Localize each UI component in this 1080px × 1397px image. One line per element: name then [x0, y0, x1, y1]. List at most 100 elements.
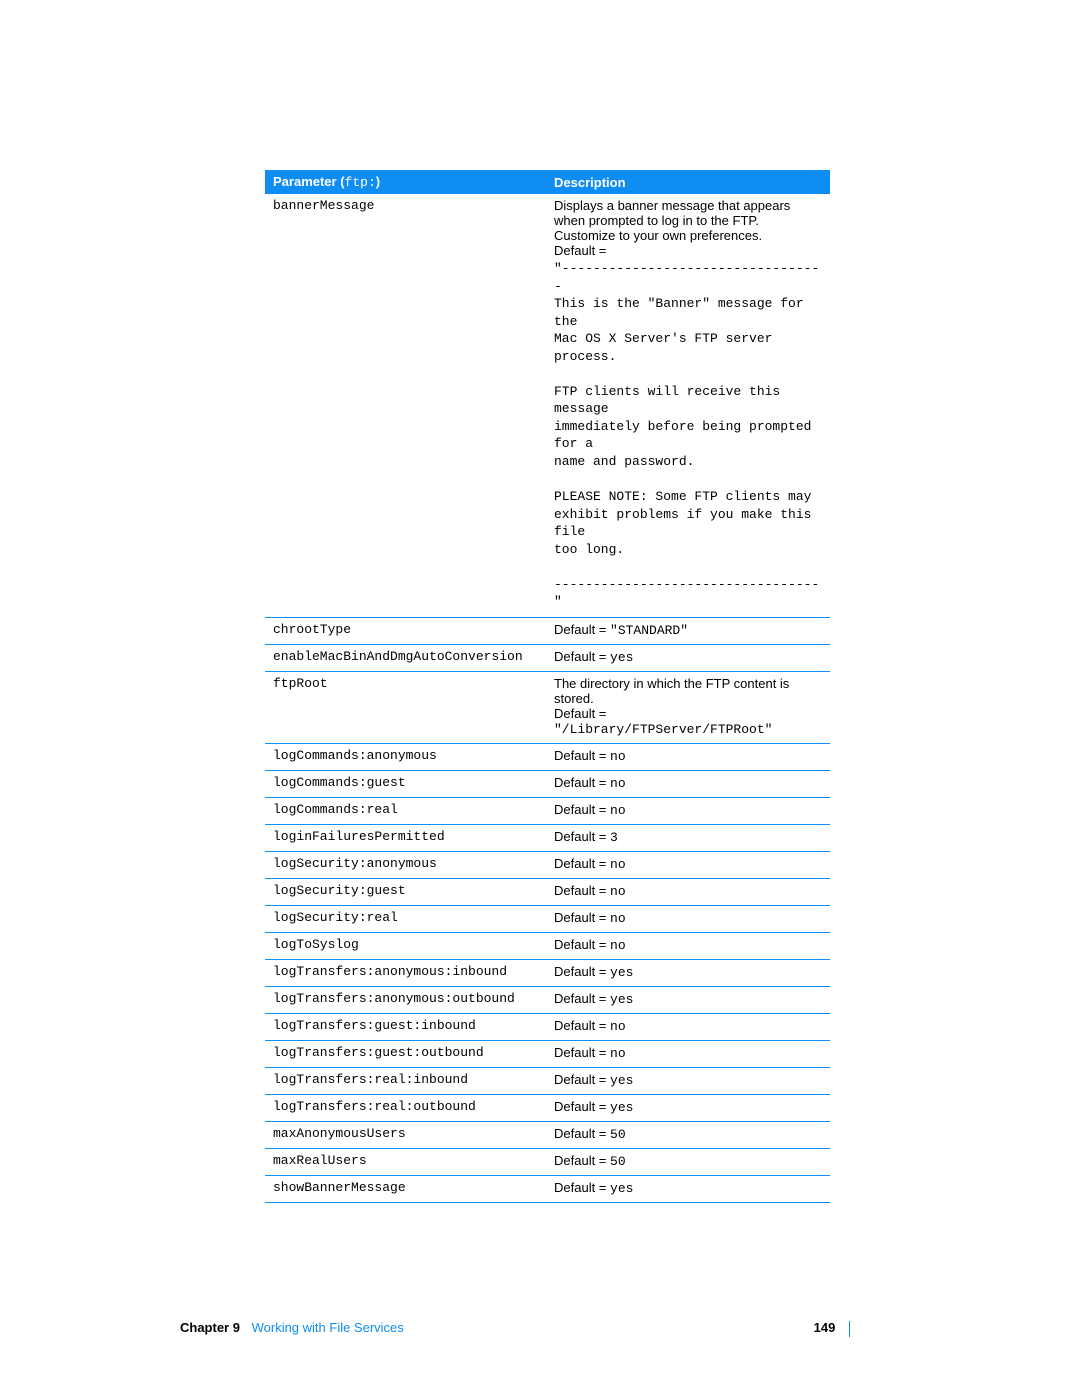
- desc-cell: Default = yes: [546, 1175, 830, 1202]
- desc-cell: Default = yes: [546, 1067, 830, 1094]
- param-cell: logTransfers:anonymous:inbound: [265, 959, 546, 986]
- default-value: 3: [610, 830, 618, 845]
- param-cell: logCommands:guest: [265, 770, 546, 797]
- default-label: Default =: [554, 856, 610, 871]
- desc-cell: The directory in which the FTP content i…: [546, 671, 830, 743]
- desc-cell: Default = "STANDARD": [546, 617, 830, 644]
- default-line: Default =: [554, 243, 822, 258]
- param-cell: ftpRoot: [265, 671, 546, 743]
- desc-cell: Default = no: [546, 1040, 830, 1067]
- table-row: logTransfers:anonymous:outboundDefault =…: [265, 986, 830, 1013]
- param-cell: logCommands:real: [265, 797, 546, 824]
- chapter-label: Chapter 9: [180, 1320, 240, 1335]
- header-parameter-close: ): [376, 174, 380, 189]
- param-cell: logToSyslog: [265, 932, 546, 959]
- table-row: enableMacBinAndDmgAutoConversionDefault …: [265, 644, 830, 671]
- desc-cell: Default = 50: [546, 1148, 830, 1175]
- param-cell: loginFailuresPermitted: [265, 824, 546, 851]
- table-row: chrootType Default = "STANDARD": [265, 617, 830, 644]
- default-value: yes: [610, 965, 633, 980]
- table-row: maxAnonymousUsers Default = 50: [265, 1121, 830, 1148]
- desc-cell: Default = yes: [546, 986, 830, 1013]
- default-line: Default = 50: [554, 1126, 822, 1142]
- chapter-title: Working with File Services: [252, 1320, 404, 1335]
- default-value: yes: [610, 992, 633, 1007]
- param-cell: logSecurity:anonymous: [265, 851, 546, 878]
- default-line: Default = no: [554, 1018, 822, 1034]
- parameter-table: Parameter (ftp:) Description bannerMessa…: [265, 170, 830, 1203]
- header-description: Description: [546, 170, 830, 194]
- param-cell: chrootType: [265, 617, 546, 644]
- desc-cell: Default = no: [546, 1013, 830, 1040]
- table-row: maxRealUsersDefault = 50: [265, 1148, 830, 1175]
- param-cell: maxAnonymousUsers: [265, 1121, 546, 1148]
- default-value: no: [610, 911, 626, 926]
- default-value: no: [610, 749, 626, 764]
- page-number: 149: [814, 1320, 836, 1335]
- param-cell: logSecurity:real: [265, 905, 546, 932]
- default-label: Default =: [554, 748, 610, 763]
- default-line: Default = 50: [554, 1153, 822, 1169]
- default-label: Default =: [554, 622, 610, 637]
- desc-cell: Default = no: [546, 797, 830, 824]
- table-row: logToSyslog Default = no: [265, 932, 830, 959]
- default-label: Default =: [554, 1045, 610, 1060]
- default-value: no: [610, 884, 626, 899]
- desc-cell: Default = no: [546, 878, 830, 905]
- default-line: Default = no: [554, 775, 822, 791]
- default-label: Default =: [554, 1180, 610, 1195]
- footer-separator-right: [849, 1321, 850, 1337]
- default-label: Default =: [554, 1099, 610, 1114]
- table-row: logTransfers:guest:outboundDefault = no: [265, 1040, 830, 1067]
- default-value: no: [610, 857, 626, 872]
- desc-cell: Default = yes: [546, 644, 830, 671]
- default-line: Default = "STANDARD": [554, 622, 822, 638]
- default-line: Default = no: [554, 748, 822, 764]
- default-block: "---------------------------------- This…: [554, 260, 822, 611]
- default-label: Default =: [554, 649, 610, 664]
- header-parameter: Parameter (ftp:): [265, 170, 546, 194]
- desc-cell: Default = 50: [546, 1121, 830, 1148]
- default-line: Default = no: [554, 937, 822, 953]
- default-line: Default = no: [554, 883, 822, 899]
- default-label: Default =: [554, 802, 610, 817]
- default-line: Default = no: [554, 856, 822, 872]
- default-value: no: [610, 776, 626, 791]
- default-value: no: [610, 938, 626, 953]
- desc-text: Displays a banner message that appears w…: [554, 198, 822, 243]
- default-value: 50: [610, 1127, 626, 1142]
- param-cell: showBannerMessage: [265, 1175, 546, 1202]
- table-row: logSecurity:realDefault = no: [265, 905, 830, 932]
- default-label: Default =: [554, 775, 610, 790]
- default-value: yes: [610, 1181, 633, 1196]
- default-line: Default = yes: [554, 964, 822, 980]
- default-value: 50: [610, 1154, 626, 1169]
- default-value: no: [610, 1046, 626, 1061]
- table-row: showBannerMessageDefault = yes: [265, 1175, 830, 1202]
- page: Parameter (ftp:) Description bannerMessa…: [0, 0, 1080, 1397]
- desc-cell: Default = no: [546, 932, 830, 959]
- default-value: no: [610, 803, 626, 818]
- param-cell: logTransfers:guest:inbound: [265, 1013, 546, 1040]
- param-cell: logTransfers:real:inbound: [265, 1067, 546, 1094]
- param-cell: logTransfers:guest:outbound: [265, 1040, 546, 1067]
- param-cell: logSecurity:guest: [265, 878, 546, 905]
- table-row: bannerMessageDisplays a banner message t…: [265, 194, 830, 617]
- desc-cell: Default = no: [546, 743, 830, 770]
- table-row: logTransfers:anonymous:inbound Default = …: [265, 959, 830, 986]
- default-value: no: [610, 1019, 626, 1034]
- default-label: Default =: [554, 706, 606, 721]
- default-value: "STANDARD": [610, 623, 688, 638]
- default-line: Default = no: [554, 802, 822, 818]
- param-cell: logCommands:anonymous: [265, 743, 546, 770]
- default-label: Default =: [554, 829, 610, 844]
- table-row: ftpRootThe directory in which the FTP co…: [265, 671, 830, 743]
- desc-cell: Default = no: [546, 770, 830, 797]
- param-cell: bannerMessage: [265, 194, 546, 617]
- default-value: yes: [610, 1073, 633, 1088]
- param-cell: enableMacBinAndDmgAutoConversion: [265, 644, 546, 671]
- table-row: logCommands:real Default = no: [265, 797, 830, 824]
- header-parameter-prefix: ftp:: [345, 175, 376, 190]
- default-label: Default =: [554, 937, 610, 952]
- table-row: loginFailuresPermitted Default = 3: [265, 824, 830, 851]
